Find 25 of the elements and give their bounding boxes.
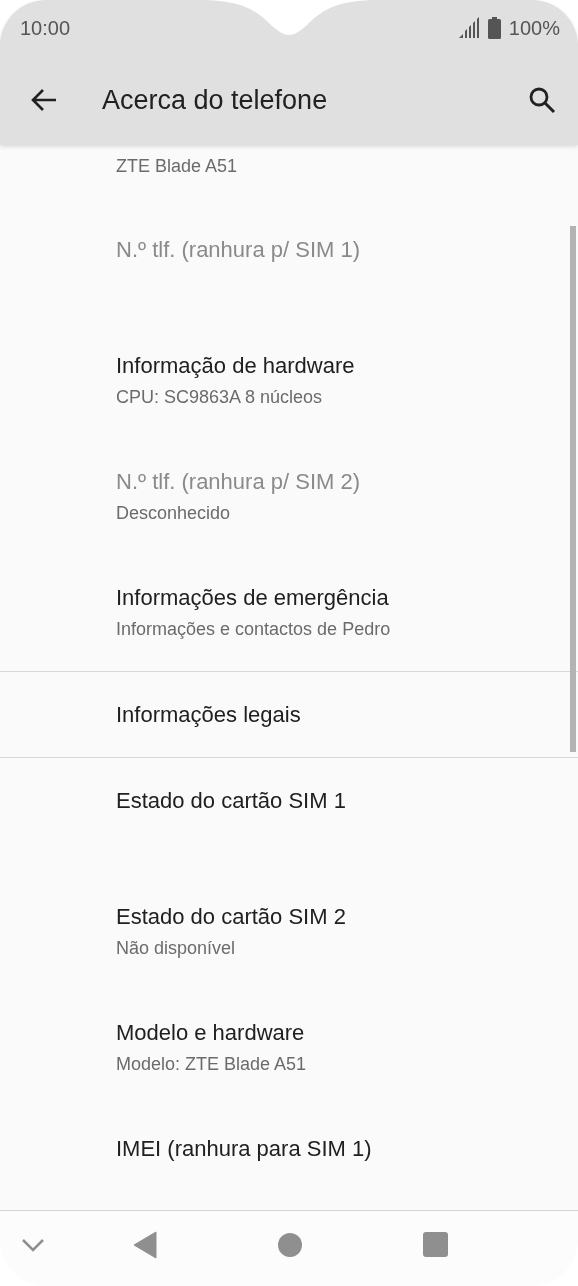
setting-title[interactable]: Informações de emergência [116,585,578,611]
signal-icon [457,16,480,39]
setting-summary: Informações e contactos de Pedro [116,618,392,641]
back-arrow-icon[interactable] [30,88,58,112]
home-icon[interactable] [278,1232,302,1257]
setting-summary: Desconhecido [116,502,232,525]
setting-summary: Não disponível [116,937,237,960]
battery-icon [487,16,501,39]
battery-percent: 100% [508,15,560,41]
screen-title: Acerca do telefone [102,83,328,117]
setting-title[interactable]: Estado do cartão SIM 1 [116,788,578,814]
setting-title[interactable]: Estado do cartão SIM 2 [116,904,578,930]
setting-summary: ZTE Blade A51 [116,155,239,178]
search-icon[interactable] [528,86,556,114]
setting-title: N.º tlf. (ranhura p/ SIM 1) [116,237,361,263]
setting-title[interactable]: IMEI (ranhura para SIM 1) [116,1136,578,1162]
setting-title[interactable]: Informações legais [116,702,578,728]
setting-title[interactable]: Informação de hardware [116,353,578,379]
back-icon[interactable] [133,1230,157,1259]
clock-time: 10:00 [20,15,71,41]
setting-summary: Modelo: ZTE Blade A51 [116,1053,308,1076]
setting-title: N.º tlf. (ranhura p/ SIM 2) [116,469,361,495]
chevron-down-icon[interactable] [22,1237,44,1252]
setting-title[interactable]: Modelo e hardware [116,1020,578,1046]
setting-summary: CPU: SC9863A 8 núcleos [116,386,324,409]
